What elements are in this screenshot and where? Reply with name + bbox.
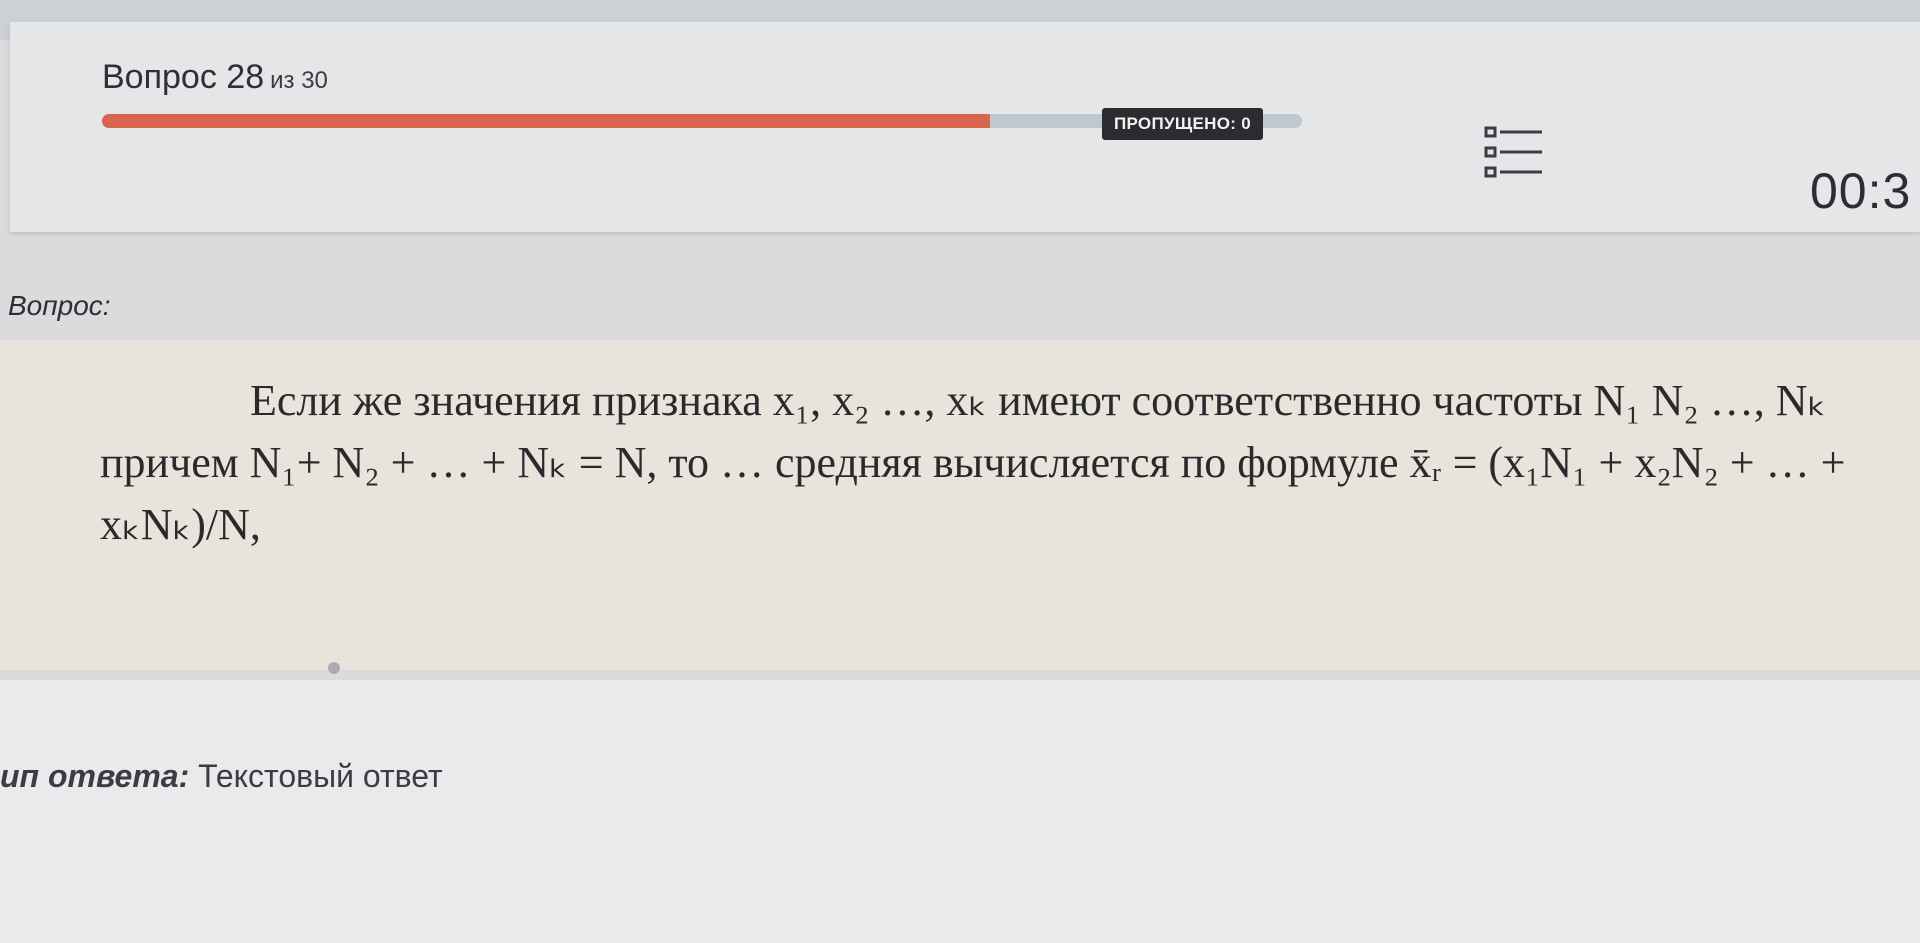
timer: 00:3 xyxy=(1810,163,1912,219)
question-text: Если же значения признака x₁, x₂ …, xₖ и… xyxy=(100,376,1846,549)
question-number: 28 xyxy=(226,58,265,96)
progress-fill xyxy=(102,114,990,128)
answer-type: ип ответа: Текстовый ответ xyxy=(0,758,443,795)
separator-dot xyxy=(328,662,340,674)
answer-area xyxy=(0,680,1920,943)
question-total: из 30 xyxy=(270,67,328,94)
question-word: Вопрос xyxy=(102,58,217,96)
question-list-icon[interactable] xyxy=(1482,124,1544,184)
question-label: Вопрос: xyxy=(8,290,111,321)
question-counter: Вопрос 28 из 30 xyxy=(102,58,328,97)
answer-type-value: Текстовый ответ xyxy=(198,758,443,794)
skipped-badge: ПРОПУЩЕНО: 0 xyxy=(1102,108,1263,140)
answer-type-label: ип ответа: xyxy=(0,758,190,794)
quiz-header: Вопрос 28 из 30 ПРОПУЩЕНО: 0 00:3 xyxy=(10,22,1920,232)
quiz-page: Вопрос 28 из 30 ПРОПУЩЕНО: 0 00:3 Вопрос:… xyxy=(0,0,1920,943)
